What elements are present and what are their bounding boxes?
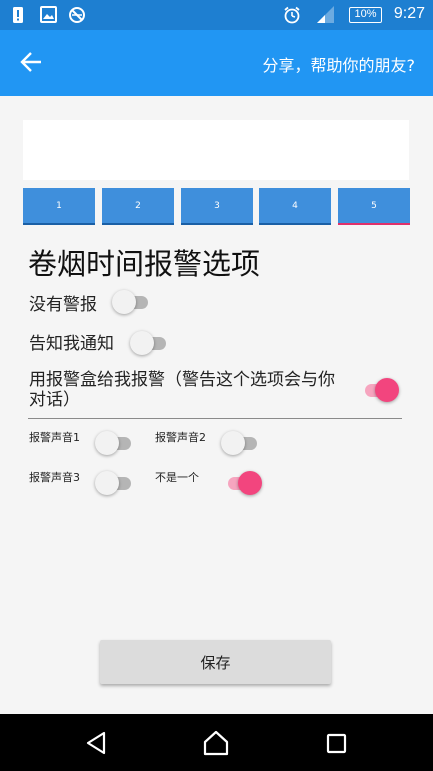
no-sound-switch[interactable]	[224, 471, 262, 495]
alarm-icon	[283, 6, 301, 28]
triangle-back-icon	[86, 731, 106, 755]
blocked-icon	[68, 6, 86, 28]
alert-icon	[12, 6, 24, 28]
status-bar: 10% 9:27	[0, 0, 433, 30]
tab-4[interactable]: 4	[259, 188, 331, 225]
page-title: 卷烟时间报警选项	[28, 247, 261, 281]
back-button[interactable]	[14, 46, 50, 80]
tab-2[interactable]: 2	[102, 188, 174, 225]
arrow-left-icon	[20, 52, 41, 72]
home-nav-button[interactable]	[201, 728, 231, 758]
sound2-label: 报警声音2	[155, 431, 206, 444]
sound1-switch[interactable]	[95, 431, 133, 455]
recents-nav-button[interactable]	[321, 728, 351, 758]
image-icon	[40, 6, 57, 27]
share-link[interactable]: 分享，帮助你的朋友?	[263, 52, 416, 76]
back-nav-button[interactable]	[82, 728, 112, 758]
no-sound-label: 不是一个	[155, 471, 199, 484]
alarm-box-switch[interactable]	[361, 378, 399, 402]
banner-area	[23, 120, 409, 180]
no-alarm-label: 没有警报	[29, 295, 97, 315]
sound3-switch[interactable]	[95, 471, 133, 495]
app-bar: 分享，帮助你的朋友?	[0, 30, 433, 96]
notify-me-label: 告知我通知	[29, 334, 114, 354]
battery-indicator: 10%	[349, 7, 382, 23]
tab-5[interactable]: 5	[338, 188, 410, 225]
tab-1[interactable]: 1	[23, 188, 95, 225]
home-icon	[203, 730, 229, 756]
sound3-label: 报警声音3	[29, 471, 80, 484]
page-tabs: 1 2 3 4 5	[23, 188, 410, 225]
no-alarm-switch[interactable]	[112, 290, 150, 314]
notify-me-switch[interactable]	[130, 331, 168, 355]
save-button[interactable]: 保存	[100, 640, 331, 684]
divider	[28, 418, 402, 419]
signal-icon	[316, 6, 336, 28]
square-recents-icon	[326, 733, 347, 754]
alarm-box-label: 用报警盒给我报警（警告这个选项会与你对话）	[29, 370, 335, 410]
navigation-bar	[0, 714, 433, 771]
status-time: 9:27	[393, 5, 425, 22]
sound2-switch[interactable]	[221, 431, 259, 455]
tab-3[interactable]: 3	[181, 188, 253, 225]
sound1-label: 报警声音1	[29, 431, 80, 444]
